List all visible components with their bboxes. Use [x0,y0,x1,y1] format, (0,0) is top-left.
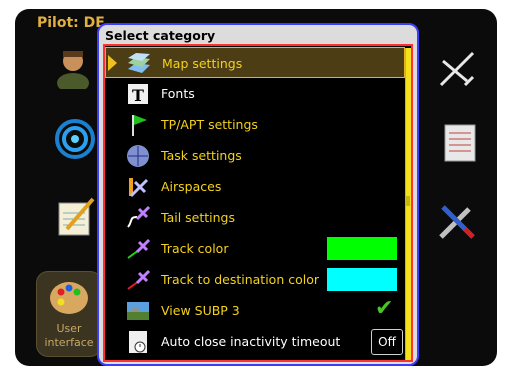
pilot-label: Pilot: DE [37,15,105,31]
list-item-view-subp-3[interactable]: View SUBP 3 ✔ [105,295,405,326]
timeout-value-button[interactable]: Off [371,329,403,355]
list-item-track-color[interactable]: Track color [105,233,405,264]
list-item-label: TP/APT settings [161,117,258,132]
pilot-avatar-icon[interactable] [51,45,95,89]
list-item-label: Auto close inactivity timeout [161,334,341,349]
map-icon [128,53,150,73]
timer-icon [129,331,147,353]
spiral-icon[interactable] [53,117,97,161]
list-item-airspaces[interactable]: Airspaces [105,171,405,202]
dialog-title: Select category [105,28,216,43]
list-item-track-to-destination-color[interactable]: Track to destination color [105,264,405,295]
list-item-map-settings[interactable]: Map settings [105,47,405,78]
list-item-auto-close-inactivity-timeout[interactable]: Auto close inactivity timeout Off [105,326,405,357]
notepad-icon[interactable] [53,195,97,239]
user-interface-label-2: interface [44,336,94,349]
svg-text:T: T [132,86,144,105]
task-icon [127,145,149,167]
user-interface-tile[interactable]: User interface [36,271,102,357]
list-item-label: Tail settings [161,210,235,225]
font-icon: T [128,84,148,105]
list-item-label: Track to destination color [161,272,319,287]
select-category-dialog: Select category Map settings T Fonts TP/ [97,23,419,366]
track-color-swatch[interactable] [327,237,397,260]
list-item-label: Task settings [161,148,242,163]
scrollbar-thumb[interactable] [406,196,410,206]
list-item-tp-apt-settings[interactable]: TP/APT settings [105,109,405,140]
palette-icon [50,282,88,314]
list-item-label: Fonts [161,86,195,101]
user-interface-label-1: User [56,322,82,335]
list-item-task-settings[interactable]: Task settings [105,140,405,171]
track-icon [127,238,151,259]
list-item-fonts[interactable]: T Fonts [105,78,405,109]
flag-icon [132,115,147,136]
track-destination-color-swatch[interactable] [327,268,397,291]
checkmark-icon[interactable]: ✔ [375,296,393,321]
selection-arrow-icon [108,55,117,71]
airplane-icon[interactable] [435,47,479,91]
list-item-label: View SUBP 3 [161,303,240,318]
list-item-label: Airspaces [161,179,222,194]
airspace-icon [129,178,149,198]
tools-icon[interactable] [435,199,479,243]
list-item-label: Map settings [162,56,243,71]
landscape-icon [127,302,149,320]
category-list: Map settings T Fonts TP/APT settings Tas… [103,44,413,362]
list-item-tail-settings[interactable]: Tail settings [105,202,405,233]
list-item-label: Track color [161,241,229,256]
tail-icon [127,205,151,228]
track-destination-icon [127,269,151,290]
document-icon[interactable] [439,121,483,165]
